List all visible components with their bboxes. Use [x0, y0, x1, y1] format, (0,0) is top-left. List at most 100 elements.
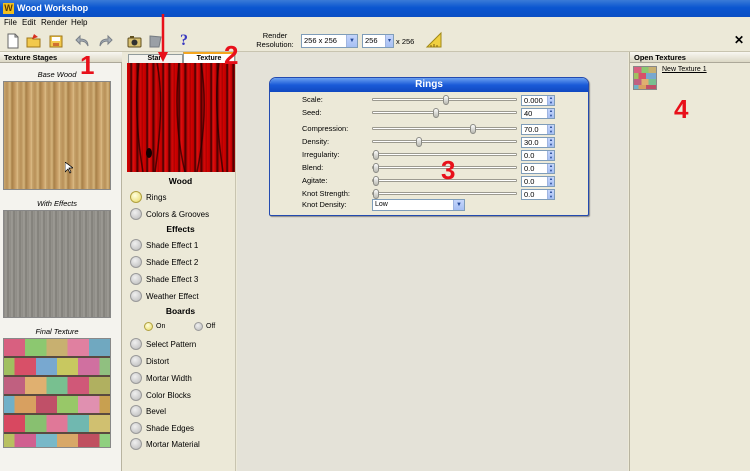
option-label: Rings [146, 193, 167, 202]
param-slider[interactable] [372, 189, 517, 199]
radio-icon [144, 322, 153, 331]
close-icon[interactable]: ✕ [734, 33, 744, 47]
open-textures-header: Open Textures [630, 52, 750, 63]
help-icon[interactable]: ? [175, 32, 193, 50]
wood-section-title: Wood [168, 176, 193, 186]
mouse-cursor-icon [65, 162, 73, 174]
render-camera-icon[interactable] [126, 32, 144, 50]
param-value: 0.0 [524, 177, 535, 186]
texture-preview [127, 63, 235, 172]
base-wood-preview[interactable] [3, 81, 111, 190]
spinner-arrows-icon[interactable]: ▲ ▼ [547, 124, 554, 134]
undo-icon[interactable] [74, 32, 92, 50]
param-value-stepper[interactable]: 70.0 ▲ ▼ [521, 124, 555, 135]
param-slider[interactable] [372, 108, 517, 118]
menu-edit[interactable]: Edit [22, 18, 36, 28]
param-label: Density: [302, 137, 330, 146]
knot-density-label: Knot Density: [302, 200, 347, 209]
param-value-stepper[interactable]: 30.0 ▲ ▼ [521, 137, 555, 148]
help-glyph: ? [180, 32, 188, 49]
chevron-down-icon[interactable]: ▼ [453, 200, 464, 210]
param-value: 0.0 [524, 164, 535, 173]
texture-item-new-texture-1[interactable]: New Texture 1 [662, 66, 707, 73]
param-slider[interactable] [372, 137, 517, 147]
slider-thumb[interactable] [416, 137, 423, 147]
chevron-down-icon[interactable]: ▼ [346, 35, 357, 47]
final-texture-preview[interactable] [3, 338, 111, 448]
spinner-arrows-icon[interactable]: ▲ ▼ [547, 137, 554, 147]
param-value-stepper[interactable]: 0.0 ▲ ▼ [521, 163, 555, 174]
radio-icon [130, 355, 142, 367]
texture-stages-header: Texture Stages [0, 52, 122, 63]
annotation-4: 4 [674, 94, 689, 124]
spinner-icon[interactable]: ▾ [385, 35, 393, 47]
texture-thumbnail[interactable] [633, 66, 657, 90]
menu-bar: File Edit Render Help [0, 17, 750, 29]
knot-density-select[interactable]: Low ▼ [372, 199, 465, 211]
open-folder-icon[interactable] [25, 32, 43, 50]
annotation-2: 2 [224, 40, 239, 70]
option-label: Shade Effect 3 [146, 275, 199, 284]
spinner-arrows-icon[interactable]: ▲ ▼ [547, 95, 554, 105]
stage-label-with-effects: With Effects [37, 199, 77, 208]
slider-thumb[interactable] [442, 95, 449, 105]
slider-thumb[interactable] [432, 108, 439, 118]
menu-help[interactable]: Help [71, 18, 87, 28]
resolution-select-value: 256 x 256 [304, 36, 337, 45]
render-resolution-label: Render Resolution: [256, 31, 294, 49]
annotation-3: 3 [441, 155, 456, 185]
spinner-arrows-icon[interactable]: ▲ ▼ [547, 163, 554, 173]
param-value: 30.0 [524, 138, 539, 147]
width-stepper[interactable]: 256 ▾ [362, 34, 394, 48]
param-slider[interactable] [372, 124, 517, 134]
radio-icon [130, 191, 142, 203]
param-value-stepper[interactable]: 0.0 ▲ ▼ [521, 176, 555, 187]
save-icon[interactable] [47, 32, 65, 50]
param-value-stepper[interactable]: 0.0 ▲ ▼ [521, 189, 555, 200]
toolbar: ? Render Resolution: 256 x 256 ▼ 256 ▾ [0, 29, 750, 52]
radio-icon [130, 239, 142, 251]
param-value-stepper[interactable]: 0.0 ▲ ▼ [521, 150, 555, 161]
param-value-stepper[interactable]: 0.000 ▲ ▼ [521, 95, 555, 106]
option-label: Distort [146, 357, 170, 366]
option-label: Weather Effect [146, 292, 199, 301]
slider-thumb[interactable] [373, 176, 379, 186]
boards-section-title: Boards [165, 306, 196, 316]
spinner-arrows-icon[interactable]: ▲ ▼ [547, 189, 554, 199]
slider-thumb[interactable] [373, 150, 379, 160]
spinner-arrows-icon[interactable]: ▲ ▼ [547, 108, 554, 118]
radio-icon [130, 389, 142, 401]
spinner-arrows-icon[interactable]: ▲ ▼ [547, 150, 554, 160]
option-label: Shade Effect 2 [146, 258, 199, 267]
menu-file[interactable]: File [4, 18, 17, 28]
new-file-icon[interactable] [4, 32, 22, 50]
with-effects-preview[interactable] [3, 210, 111, 318]
window-title: Wood Workshop [17, 3, 89, 13]
param-value-stepper[interactable]: 40 ▲ ▼ [521, 108, 555, 119]
slider-thumb[interactable] [373, 189, 379, 199]
spinner-arrows-icon[interactable]: ▲ ▼ [547, 176, 554, 186]
ruler-triangle-icon[interactable] [425, 31, 443, 49]
param-label: Scale: [302, 95, 323, 104]
annotation-1: 1 [80, 50, 95, 80]
tab-start[interactable]: Start [128, 54, 183, 63]
param-label: Blend: [302, 163, 324, 172]
param-value: 0.000 [524, 96, 543, 105]
param-value: 70.0 [524, 125, 539, 134]
option-label: Bevel [146, 407, 167, 416]
param-label: Irregularity: [302, 150, 340, 159]
slider-thumb[interactable] [470, 124, 477, 134]
redo-icon[interactable] [96, 32, 114, 50]
param-slider[interactable] [372, 95, 517, 105]
option-label: Shade Effect 1 [146, 241, 199, 250]
radio-icon [130, 438, 142, 450]
resolution-select[interactable]: 256 x 256 ▼ [301, 34, 358, 48]
texture-stages-panel: Texture Stages Base Wood With Effects Fi… [0, 52, 122, 471]
radio-icon [130, 422, 142, 434]
app-icon: W [3, 3, 14, 14]
effects-section-title: Effects [166, 224, 195, 234]
arrow-down-icon [158, 14, 168, 62]
slider-thumb[interactable] [373, 163, 379, 173]
menu-render[interactable]: Render [41, 18, 67, 28]
param-label: Seed: [302, 108, 322, 117]
